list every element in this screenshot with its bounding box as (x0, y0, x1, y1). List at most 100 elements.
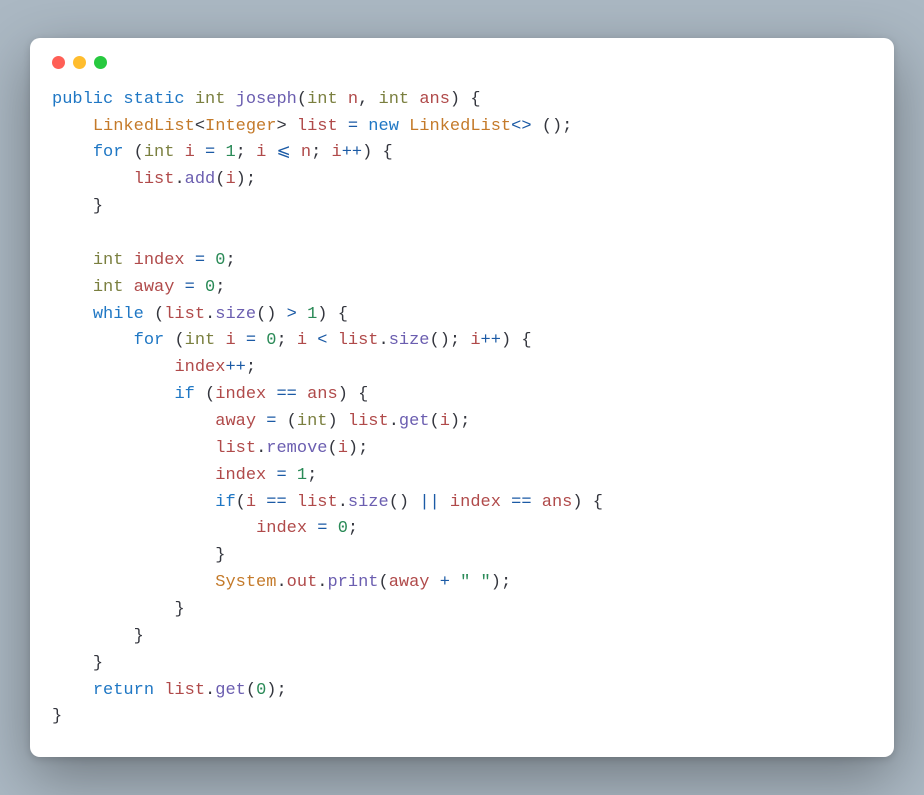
indent (93, 519, 134, 538)
type: int (307, 90, 338, 109)
type: int (93, 278, 124, 297)
var: list (215, 439, 256, 458)
class: LinkedList (409, 117, 511, 136)
class: System (215, 573, 276, 592)
op: > (287, 305, 297, 324)
var: i (256, 143, 266, 162)
indent (174, 466, 215, 485)
param: n (348, 90, 358, 109)
punct: ; (225, 251, 235, 270)
indent (52, 573, 93, 592)
indent (93, 546, 134, 565)
punct: } (52, 707, 62, 726)
punct: ( (205, 385, 215, 404)
class: LinkedList (93, 117, 195, 136)
indent (134, 546, 175, 565)
punct: ; (348, 519, 358, 538)
method: remove (266, 439, 327, 458)
keyword: if (215, 493, 235, 512)
var: i (246, 493, 256, 512)
punct: ; (246, 170, 256, 189)
minimize-icon[interactable] (73, 56, 86, 69)
type: int (195, 90, 226, 109)
punct: . (205, 305, 215, 324)
var: list (164, 681, 205, 700)
punct: ; (276, 681, 286, 700)
indent (174, 546, 215, 565)
indent (52, 331, 93, 350)
indent (52, 197, 93, 216)
num: 0 (215, 251, 225, 270)
punct: } (174, 600, 184, 619)
op: ⩽ (276, 143, 290, 162)
indent (93, 573, 134, 592)
indent (134, 358, 175, 377)
op: = (348, 117, 358, 136)
punct: { (593, 493, 603, 512)
op: == (266, 493, 286, 512)
num: 0 (256, 681, 266, 700)
op: = (195, 251, 205, 270)
op: ++ (225, 358, 245, 377)
punct: ; (307, 466, 317, 485)
var: list (134, 170, 175, 189)
indent (174, 519, 215, 538)
punct: ; (501, 573, 511, 592)
indent (52, 251, 93, 270)
var: i (332, 143, 342, 162)
op: = (205, 143, 215, 162)
indent (174, 412, 215, 431)
punct: ) (236, 170, 246, 189)
punct: ) (450, 412, 460, 431)
punct: . (389, 412, 399, 431)
indent (93, 600, 134, 619)
var: list (297, 117, 338, 136)
indent (52, 493, 93, 512)
op: = (276, 466, 286, 485)
keyword: static (123, 90, 184, 109)
punct: ) (348, 439, 358, 458)
close-icon[interactable] (52, 56, 65, 69)
op: = (246, 331, 256, 350)
punct: ; (276, 331, 286, 350)
indent (93, 385, 134, 404)
indent (134, 573, 175, 592)
method: get (399, 412, 430, 431)
indent (93, 466, 134, 485)
method: size (389, 331, 430, 350)
punct: } (93, 197, 103, 216)
indent (52, 385, 93, 404)
punct: . (174, 170, 184, 189)
punct: () (430, 331, 450, 350)
zoom-icon[interactable] (94, 56, 107, 69)
punct: ( (134, 143, 144, 162)
num: 1 (307, 305, 317, 324)
op: == (276, 385, 296, 404)
var: away (134, 278, 175, 297)
indent (174, 439, 215, 458)
punct: ; (450, 331, 460, 350)
punct: . (256, 439, 266, 458)
indent (174, 493, 215, 512)
punct: } (215, 546, 225, 565)
indent (52, 654, 93, 673)
method: print (327, 573, 378, 592)
var: i (297, 331, 307, 350)
num: 0 (266, 331, 276, 350)
var: index (256, 519, 307, 538)
type: int (144, 143, 175, 162)
keyword: while (93, 305, 144, 324)
window-titlebar (52, 56, 872, 69)
indent (52, 519, 93, 538)
keyword: new (368, 117, 399, 136)
punct: ) (362, 143, 372, 162)
punct: < (195, 117, 205, 136)
var: list (164, 305, 205, 324)
punct: () (256, 305, 276, 324)
punct: () (542, 117, 562, 136)
indent (52, 170, 93, 189)
var: list (297, 493, 338, 512)
punct: ; (246, 358, 256, 377)
punct: ( (174, 331, 184, 350)
punct: ( (215, 170, 225, 189)
